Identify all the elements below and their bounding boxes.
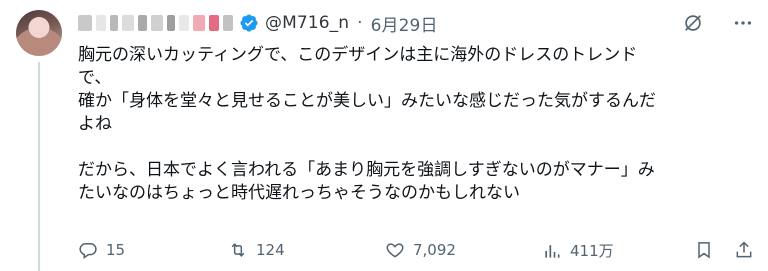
more-icon[interactable] [732,12,754,34]
reply-button[interactable]: 15 [78,240,125,260]
tweet-line: たいなのはちょっと時代遅れっちゃそうなのかもしれない [78,183,520,203]
views-icon [545,244,560,258]
like-button[interactable]: 7,092 [385,240,456,260]
thread-line [38,62,40,271]
views-count: 411万 [570,242,614,260]
grok-icon[interactable] [682,12,704,34]
retweet-icon [231,243,245,257]
tweet-line: だから、日本でよく言われる「あまり胸元を強調しすぎないのがマナー」み [78,160,655,180]
avatar[interactable] [16,10,62,56]
tweet-date[interactable]: 6月29日 [371,11,438,36]
display-name-redacted[interactable] [78,12,233,34]
like-icon [386,243,404,258]
tweet-line: 胸元の深いカッティングで、このデザインは主に海外のドレスのトレンド [78,45,638,65]
share-button[interactable] [734,240,754,260]
tweet-line: 確か「身体を堂々と見せることが美しい」みたいな感じだった気がするんだ [78,91,656,111]
tweet-top-actions [682,12,754,34]
bookmark-button[interactable] [694,240,714,260]
share-icon [736,241,752,258]
tweet-line: で、 [78,68,112,88]
bookmark-icon [698,242,710,259]
tweet-line: よね [78,114,112,134]
views-button[interactable]: 411万 [542,240,614,261]
tweet-actions: 15 124 7,092 411万 [78,240,758,268]
reply-count: 15 [106,241,126,259]
verified-badge-icon [240,14,258,32]
separator-dot: · [357,13,363,33]
author-handle[interactable]: @M716_n [265,13,349,33]
retweet-button[interactable]: 124 [228,240,285,260]
tweet-header: @M716_n · 6月29日 [78,8,698,38]
tweet-text: 胸元の深いカッティングで、このデザインは主に海外のドレスのトレンド で、 確か「… [78,44,754,205]
retweet-count: 124 [256,241,285,259]
tweet: @M716_n · 6月29日 胸元の深いカッティングで、このデザインは主に海外… [0,0,768,271]
like-count: 7,092 [413,241,456,259]
reply-icon [79,243,97,259]
